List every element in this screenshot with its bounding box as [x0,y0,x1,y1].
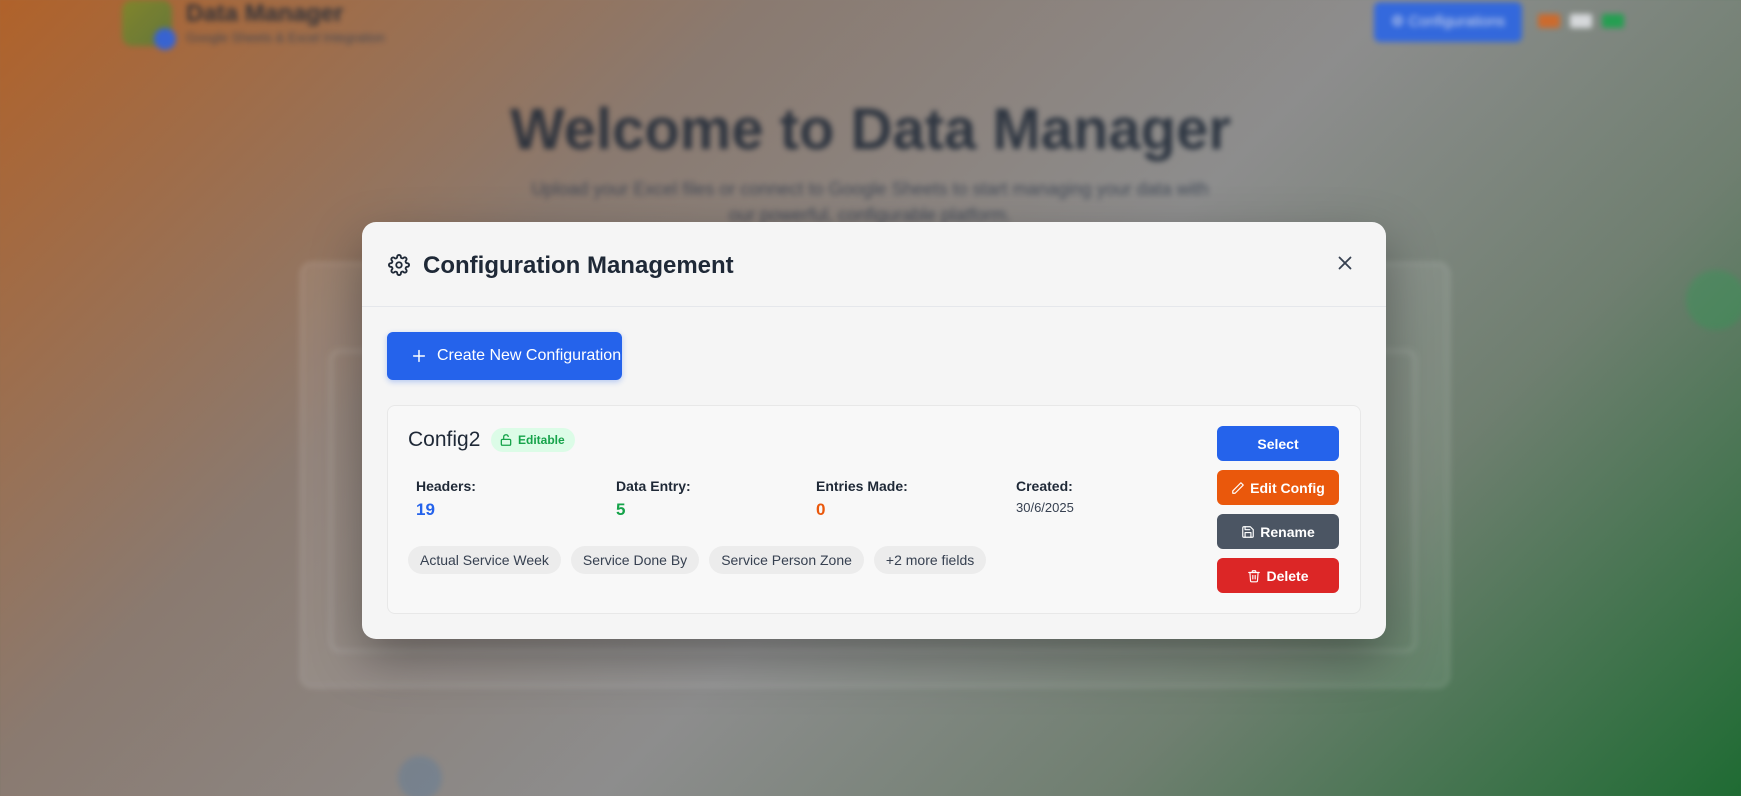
editable-badge: Editable [491,428,575,452]
stat-created: Created: 30/6/2025 [1016,478,1074,515]
decor-circle [1686,270,1741,330]
app-subtitle: Google Sheets & Excel Integration [186,30,385,45]
stat-value: 5 [616,500,626,519]
select-button[interactable]: Select [1217,426,1339,461]
unlock-icon [500,434,512,446]
stat-label: Data Entry: [616,478,691,494]
pencil-icon [1232,481,1245,494]
config-actions: Select Edit Config Rename Delete [1217,426,1339,602]
stat-entries-made: Entries Made: 0 [816,478,908,520]
delete-button[interactable]: Delete [1217,558,1339,593]
more-fields-tag: +2 more fields [873,546,987,574]
stat-headers: Headers: 19 [416,478,476,520]
flag-icon [1602,14,1624,28]
config-card: Config2 Editable Headers: 19 Data Entry:… [387,405,1361,614]
app-logo [122,0,176,50]
stat-value: 0 [816,500,826,519]
create-configuration-label: Create New Configuration [437,347,622,364]
field-tag: Service Done By [570,546,700,574]
field-tag: Actual Service Week [408,546,561,574]
flag-icon [1570,14,1592,28]
plus-icon [412,349,426,363]
field-tag: Service Person Zone [709,546,864,574]
edit-config-button[interactable]: Edit Config [1217,470,1339,505]
field-tags: Actual Service Week Service Done By Serv… [408,546,987,574]
welcome-subtitle: Upload your Excel files or connect to Go… [531,179,1209,225]
modal-header: Configuration Management [362,222,1386,307]
decor-circle [398,756,442,796]
save-icon [1242,525,1255,538]
welcome-title: Welcome to Data Manager [510,97,1231,162]
stat-date: 30/6/2025 [1016,500,1074,515]
close-icon[interactable] [1334,252,1356,274]
delete-label: Delete [1266,567,1309,584]
modal-title: Configuration Management [423,252,734,279]
stat-data-entry: Data Entry: 5 [616,478,691,520]
app-header: Data Manager Google Sheets & Excel Integ… [0,0,1741,64]
badge-label: Editable [518,433,565,447]
create-configuration-button[interactable]: Create New Configuration [387,332,622,380]
rename-label: Rename [1260,523,1315,540]
flag-icon [1538,14,1560,28]
stat-label: Created: [1016,478,1073,494]
configuration-modal: Configuration Management Create New Conf… [362,222,1386,639]
rename-button[interactable]: Rename [1217,514,1339,549]
edit-config-label: Edit Config [1250,479,1325,496]
select-label: Select [1257,435,1299,452]
stat-label: Headers: [416,478,476,494]
app-title: Data Manager [186,0,344,27]
stat-label: Entries Made: [816,478,908,494]
stat-value: 19 [416,500,435,519]
gear-icon [388,254,410,276]
trash-icon [1248,569,1261,582]
config-name: Config2 [408,428,481,451]
configurations-button: ⚙ Configurations [1374,2,1522,42]
